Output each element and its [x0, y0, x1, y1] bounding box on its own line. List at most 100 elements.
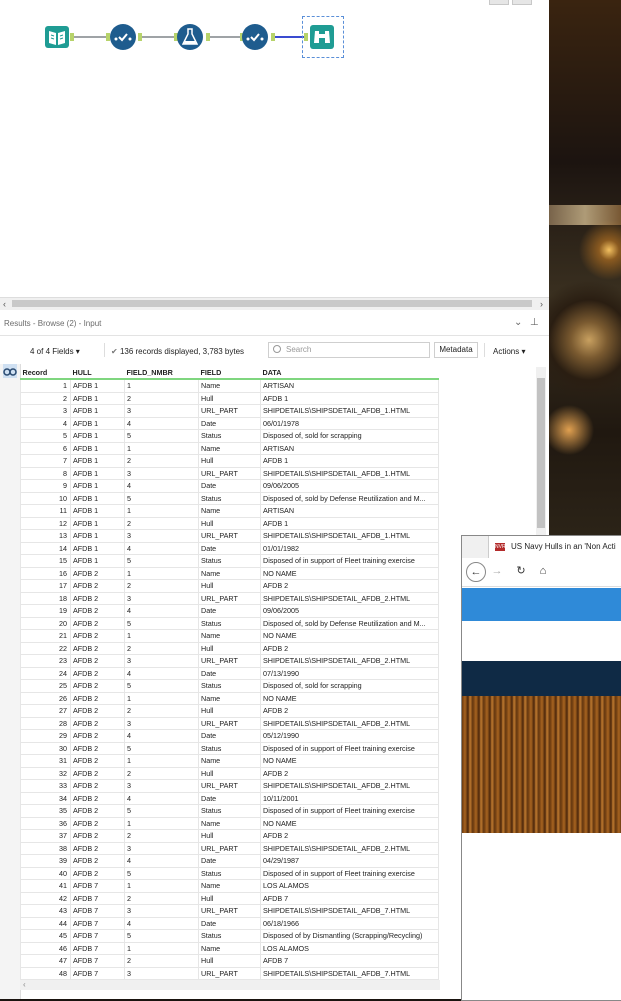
table-row[interactable]: 1 AFDB 1 1 Name ARTISAN	[20, 378, 439, 393]
formula-tool[interactable]	[175, 22, 205, 52]
column-header[interactable]: HULL	[70, 367, 125, 380]
browse-binoculars-icon[interactable]	[3, 364, 17, 378]
column-header[interactable]: Record	[20, 367, 71, 380]
grid-horizontal-scrollbar[interactable]: ‹	[20, 980, 440, 990]
results-title: Results - Browse (2) - Input	[4, 319, 102, 328]
table-cell: 48	[20, 966, 71, 980]
table-row[interactable]: 41 AFDB 7 1 Name LOS ALAMOS	[20, 879, 439, 893]
column-header[interactable]: FIELD	[198, 367, 261, 380]
table-cell: Name	[198, 816, 261, 830]
table-row[interactable]: 20 AFDB 2 5 Status Disposed of, sold by Defe…	[20, 616, 439, 630]
search-input[interactable]: Search	[268, 342, 430, 358]
table-row[interactable]: 6 AFDB 1 1 Name ARTISAN	[20, 441, 439, 455]
table-row[interactable]: 17 AFDB 2 2 Hull AFDB 2	[20, 579, 439, 593]
table-row[interactable]: 12 AFDB 1 2 Hull AFDB 1	[20, 516, 439, 530]
table-row[interactable]: 39 AFDB 2 4 Date 04/29/1987	[20, 854, 439, 868]
table-cell: URL_PART	[198, 591, 261, 605]
table-row[interactable]: 2 AFDB 1 2 Hull AFDB 1	[20, 391, 439, 405]
canvas-top-button[interactable]	[512, 0, 532, 5]
home-icon[interactable]: ⌂	[534, 562, 552, 580]
scroll-right-icon[interactable]: ›	[540, 298, 543, 310]
scrollbar-thumb[interactable]	[12, 300, 532, 307]
favicon-icon: NVR	[495, 543, 506, 551]
input-data-tool[interactable]	[42, 22, 72, 52]
table-row[interactable]: 27 AFDB 2 2 Hull AFDB 2	[20, 704, 439, 718]
table-row[interactable]: 16 AFDB 2 1 Name NO NAME	[20, 566, 439, 580]
table-row[interactable]: 33 AFDB 2 3 URL_PART SHIPDETAILS\SHIPSDETAIL…	[20, 779, 439, 793]
table-cell: AFDB 7	[70, 891, 125, 905]
canvas-horizontal-scrollbar[interactable]: ‹ ›	[0, 297, 549, 310]
pin-icon[interactable]: ⊥	[530, 317, 539, 328]
table-cell: 3	[20, 404, 71, 418]
table-row[interactable]: 4 AFDB 1 4 Date 06/01/1978	[20, 416, 439, 430]
scroll-left-icon[interactable]: ‹	[20, 980, 26, 989]
table-row[interactable]: 44 AFDB 7 4 Date 06/18/1966	[20, 916, 439, 930]
reload-icon[interactable]: ↻	[512, 562, 530, 580]
output-anchor[interactable]	[138, 33, 142, 41]
table-row[interactable]: 10 AFDB 1 5 Status Disposed of, sold by Defe…	[20, 491, 439, 505]
table-cell: Status	[198, 741, 261, 755]
browser-tab[interactable]: NVR US Navy Hulls in an 'Non Acti	[488, 536, 621, 558]
table-row[interactable]: 13 AFDB 1 3 URL_PART SHIPDETAILS\SHIPSDETAIL…	[20, 529, 439, 543]
table-row[interactable]: 43 AFDB 7 3 URL_PART SHIPDETAILS\SHIPSDETAIL…	[20, 904, 439, 918]
table-row[interactable]: 45 AFDB 7 5 Status Disposed of by Dismantlin…	[20, 929, 439, 943]
output-anchor[interactable]	[271, 33, 275, 41]
scroll-left-icon[interactable]: ‹	[3, 298, 6, 310]
table-row[interactable]: 21 AFDB 2 1 Name NO NAME	[20, 629, 439, 643]
grid-vertical-scrollbar[interactable]	[536, 367, 546, 540]
table-cell: AFDB 1	[260, 391, 439, 405]
table-row[interactable]: 3 AFDB 1 3 URL_PART SHIPDETAILS\SHIPSDETAIL_…	[20, 404, 439, 418]
canvas-top-button[interactable]	[489, 0, 509, 5]
table-row[interactable]: 19 AFDB 2 4 Date 09/06/2005	[20, 604, 439, 618]
table-row[interactable]: 36 AFDB 2 1 Name NO NAME	[20, 816, 439, 830]
table-row[interactable]: 46 AFDB 7 1 Name LOS ALAMOS	[20, 941, 439, 955]
actions-dropdown[interactable]: Actions ▾	[493, 347, 525, 356]
table-row[interactable]: 38 AFDB 2 3 URL_PART SHIPDETAILS\SHIPSDETAIL…	[20, 841, 439, 855]
workflow-canvas[interactable]	[0, 0, 549, 297]
table-row[interactable]: 28 AFDB 2 3 URL_PART SHIPDETAILS\SHIPSDETAIL…	[20, 716, 439, 730]
table-row[interactable]: 18 AFDB 2 3 URL_PART SHIPDETAILS\SHIPSDETAIL…	[20, 591, 439, 605]
table-row[interactable]: 5 AFDB 1 5 Status Disposed of, sold for scra…	[20, 429, 439, 443]
site-nav-band	[462, 661, 621, 696]
table-row[interactable]: 47 AFDB 7 2 Hull AFDB 7	[20, 954, 439, 968]
table-row[interactable]: 32 AFDB 2 2 Hull AFDB 2	[20, 766, 439, 780]
table-row[interactable]: 37 AFDB 2 2 Hull AFDB 2	[20, 829, 439, 843]
table-cell: NO NAME	[260, 566, 439, 580]
table-row[interactable]: 25 AFDB 2 5 Status Disposed of, sold for scr…	[20, 679, 439, 693]
table-row[interactable]: 24 AFDB 2 4 Date 07/13/1990	[20, 666, 439, 680]
table-cell: AFDB 2	[70, 691, 125, 705]
chevron-down-icon[interactable]: ⌄	[514, 317, 522, 328]
table-row[interactable]: 9 AFDB 1 4 Date 09/06/2005	[20, 479, 439, 493]
back-arrow-icon[interactable]: ←	[466, 562, 486, 582]
column-header[interactable]: DATA	[260, 367, 439, 380]
browse-tool[interactable]	[307, 22, 337, 52]
table-row[interactable]: 23 AFDB 2 3 URL_PART SHIPDETAILS\SHIPSDETAIL…	[20, 654, 439, 668]
site-hero-image	[462, 696, 621, 833]
select-tool[interactable]	[240, 22, 270, 52]
table-cell: 3	[124, 904, 199, 918]
table-row[interactable]: 29 AFDB 2 4 Date 05/12/1990	[20, 729, 439, 743]
table-row[interactable]: 26 AFDB 2 1 Name NO NAME	[20, 691, 439, 705]
column-header[interactable]: FIELD_NMBR	[124, 367, 199, 380]
table-row[interactable]: 42 AFDB 7 2 Hull AFDB 7	[20, 891, 439, 905]
table-row[interactable]: 35 AFDB 2 5 Status Disposed of in support of…	[20, 804, 439, 818]
table-row[interactable]: 48 AFDB 7 3 URL_PART SHIPDETAILS\SHIPSDETAIL…	[20, 966, 439, 980]
table-row[interactable]: 8 AFDB 1 3 URL_PART SHIPDETAILS\SHIPSDETAIL_…	[20, 466, 439, 480]
scrollbar-thumb[interactable]	[537, 378, 545, 528]
forward-arrow-icon[interactable]: →	[488, 562, 506, 580]
table-row[interactable]: 14 AFDB 1 4 Date 01/01/1982	[20, 541, 439, 555]
table-cell: 3	[124, 529, 199, 543]
table-row[interactable]: 34 AFDB 2 4 Date 10/11/2001	[20, 791, 439, 805]
metadata-button[interactable]: Metadata	[434, 342, 478, 358]
table-row[interactable]: 40 AFDB 2 5 Status Disposed of in support of…	[20, 866, 439, 880]
output-anchor[interactable]	[206, 33, 210, 41]
table-row[interactable]: 22 AFDB 2 2 Hull AFDB 2	[20, 641, 439, 655]
table-row[interactable]: 7 AFDB 1 2 Hull AFDB 1	[20, 454, 439, 468]
select-tool[interactable]	[108, 22, 138, 52]
table-row[interactable]: 31 AFDB 2 1 Name NO NAME	[20, 754, 439, 768]
table-cell: 23	[20, 654, 71, 668]
fields-selector[interactable]: 4 of 4 Fields ▾	[30, 347, 80, 356]
table-row[interactable]: 15 AFDB 1 5 Status Disposed of in support of…	[20, 554, 439, 568]
table-row[interactable]: 30 AFDB 2 5 Status Disposed of in support of…	[20, 741, 439, 755]
table-row[interactable]: 11 AFDB 1 1 Name ARTISAN	[20, 504, 439, 518]
